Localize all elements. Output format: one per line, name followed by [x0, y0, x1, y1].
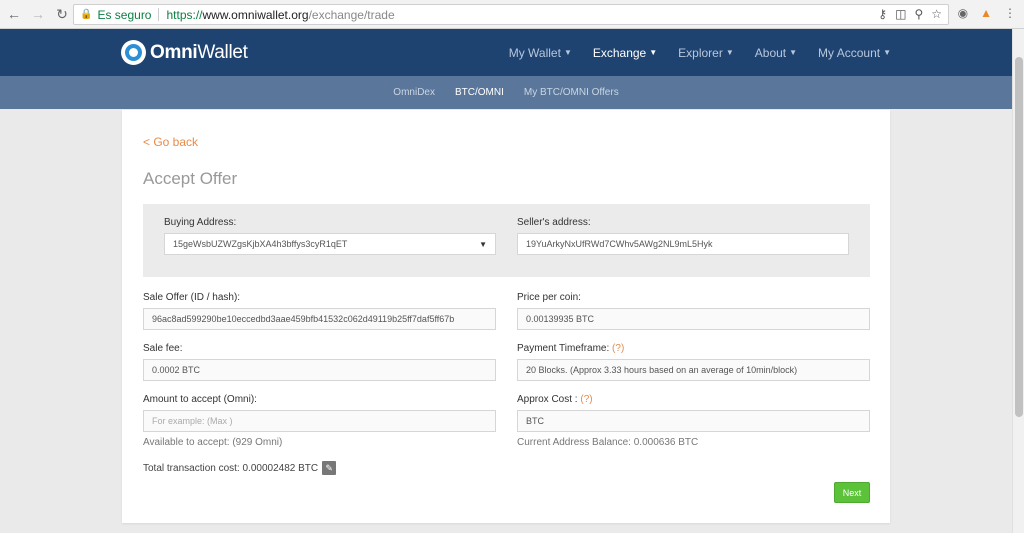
balance-note: Current Address Balance: 0.000636 BTC — [517, 437, 699, 448]
buying-address-label: Buying Address: — [164, 217, 237, 228]
price-per-coin-value: 0.00139935 BTC — [526, 314, 595, 324]
zoom-icon[interactable]: ⚲ — [914, 7, 923, 21]
chevron-down-icon: ▼ — [883, 48, 891, 57]
menu-my-account[interactable]: My Account ▼ — [818, 46, 891, 60]
menu-about[interactable]: About ▼ — [755, 46, 797, 60]
sale-fee-label: Sale fee: — [143, 343, 183, 354]
chevron-down-icon: ▼ — [649, 48, 658, 57]
total-cost: Total transaction cost: 0.00002482 BTC ✎ — [143, 461, 337, 475]
extension-icons: ◉ ▲ ⋮ — [958, 6, 1016, 20]
page-scrollbar[interactable] — [1012, 29, 1024, 533]
payment-timeframe-value: 20 Blocks. (Approx 3.33 hours based on a… — [526, 365, 798, 375]
buying-address-value: 15geWsbUZWZgsKjbXA4h3bffys3cyR1qET — [173, 239, 348, 249]
chevron-down-icon: ▼ — [789, 48, 798, 57]
logo[interactable]: OmniWallet — [121, 40, 248, 65]
subnav-btc-omni[interactable]: BTC/OMNI — [455, 87, 504, 98]
approx-cost-field[interactable]: BTC — [517, 410, 870, 432]
url-path: /exchange/trade — [308, 7, 395, 22]
approx-cost-value: BTC — [526, 416, 544, 426]
forward-arrow-icon[interactable]: → — [28, 4, 48, 24]
separator — [158, 8, 160, 21]
key-icon[interactable]: ⚷ — [878, 7, 887, 21]
menu-explorer[interactable]: Explorer ▼ — [678, 46, 734, 60]
chevron-down-icon: ▼ — [725, 48, 734, 57]
address-bar[interactable]: 🔒 Es seguro https:// www.omniwallet.org … — [73, 4, 949, 25]
reload-icon[interactable]: ↻ — [52, 4, 72, 24]
kebab-menu-icon[interactable]: ⋮ — [1004, 6, 1016, 20]
approx-cost-help[interactable]: (?) — [580, 394, 592, 405]
sale-fee-value: 0.0002 BTC — [152, 365, 201, 375]
omnibox-icons: ⚷ ◫ ⚲ ☆ — [878, 7, 942, 21]
omni-logo-icon — [121, 40, 146, 65]
next-button[interactable]: Next — [834, 482, 870, 503]
sale-offer-field[interactable]: 96ac8ad599290be10eccedbd3aae459bfb41532c… — [143, 308, 496, 330]
price-per-coin-field[interactable]: 0.00139935 BTC — [517, 308, 870, 330]
page-title: Accept Offer — [143, 169, 238, 188]
extension-icon[interactable]: ◉ — [958, 6, 968, 20]
back-arrow-icon[interactable]: ← — [4, 4, 24, 24]
menu-my-wallet[interactable]: My Wallet ▼ — [509, 46, 572, 60]
lock-icon: 🔒 — [80, 9, 93, 20]
chevron-down-icon: ▼ — [563, 48, 572, 57]
available-note: Available to accept: (929 Omni) — [143, 437, 283, 448]
accept-offer-card: < Go back Accept Offer Buying Address: 1… — [122, 110, 890, 523]
sub-navigation: OmniDex BTC/OMNI My BTC/OMNI Offers — [0, 76, 1012, 109]
price-per-coin-label: Price per coin: — [517, 292, 581, 303]
star-icon[interactable]: ☆ — [931, 7, 942, 21]
sale-fee-field[interactable]: 0.0002 BTC — [143, 359, 496, 381]
buying-address-select[interactable]: 15geWsbUZWZgsKjbXA4h3bffys3cyR1qET ▼ — [164, 233, 496, 255]
pencil-icon[interactable]: ✎ — [322, 461, 337, 475]
payment-timeframe-help[interactable]: (?) — [612, 343, 624, 354]
url-protocol: https:// — [166, 7, 203, 22]
secure-label: Es seguro — [97, 7, 152, 22]
sale-offer-value: 96ac8ad599290be10eccedbd3aae459bfb41532c… — [152, 314, 455, 324]
amount-label: Amount to accept (Omni): — [143, 394, 257, 405]
menu-exchange[interactable]: Exchange ▼ — [593, 46, 657, 60]
payment-timeframe-label: Payment Timeframe: (?) — [517, 343, 625, 354]
main-menu: My Wallet ▼ Exchange ▼ Explorer ▼ About ▼ My… — [488, 29, 891, 76]
total-cost-text: Total transaction cost: 0.00002482 BTC — [143, 462, 319, 474]
chevron-down-icon: ▼ — [479, 240, 487, 249]
sellers-address-field[interactable]: 19YuArkyNxUfRWd7CWhv5AWg2NL9mL5Hyk — [517, 233, 849, 255]
subnav-omnidex[interactable]: OmniDex — [393, 87, 435, 98]
payment-timeframe-field[interactable]: 20 Blocks. (Approx 3.33 hours based on a… — [517, 359, 870, 381]
approx-cost-label: Approx Cost : (?) — [517, 394, 593, 405]
url-host: www.omniwallet.org — [202, 7, 309, 22]
subnav-my-offers[interactable]: My BTC/OMNI Offers — [524, 87, 619, 98]
sale-offer-label: Sale Offer (ID / hash): — [143, 292, 241, 303]
brand-name: OmniWallet — [150, 41, 248, 63]
translate-icon[interactable]: ◫ — [895, 7, 906, 21]
go-back-link[interactable]: < Go back — [143, 135, 198, 149]
sellers-address-value: 19YuArkyNxUfRWd7CWhv5AWg2NL9mL5Hyk — [526, 239, 713, 249]
sellers-address-label: Seller's address: — [517, 217, 591, 228]
fox-extension-icon[interactable]: ▲ — [980, 6, 992, 20]
amount-placeholder: For example: (Max ) — [152, 416, 233, 426]
browser-toolbar: ← → ↻ 🔒 Es seguro https:// www.omniwalle… — [0, 0, 1024, 29]
site-header: OmniWallet My Wallet ▼ Exchange ▼ Explorer… — [0, 29, 1012, 76]
scroll-thumb[interactable] — [1015, 57, 1023, 417]
amount-input[interactable]: For example: (Max ) — [143, 410, 496, 432]
